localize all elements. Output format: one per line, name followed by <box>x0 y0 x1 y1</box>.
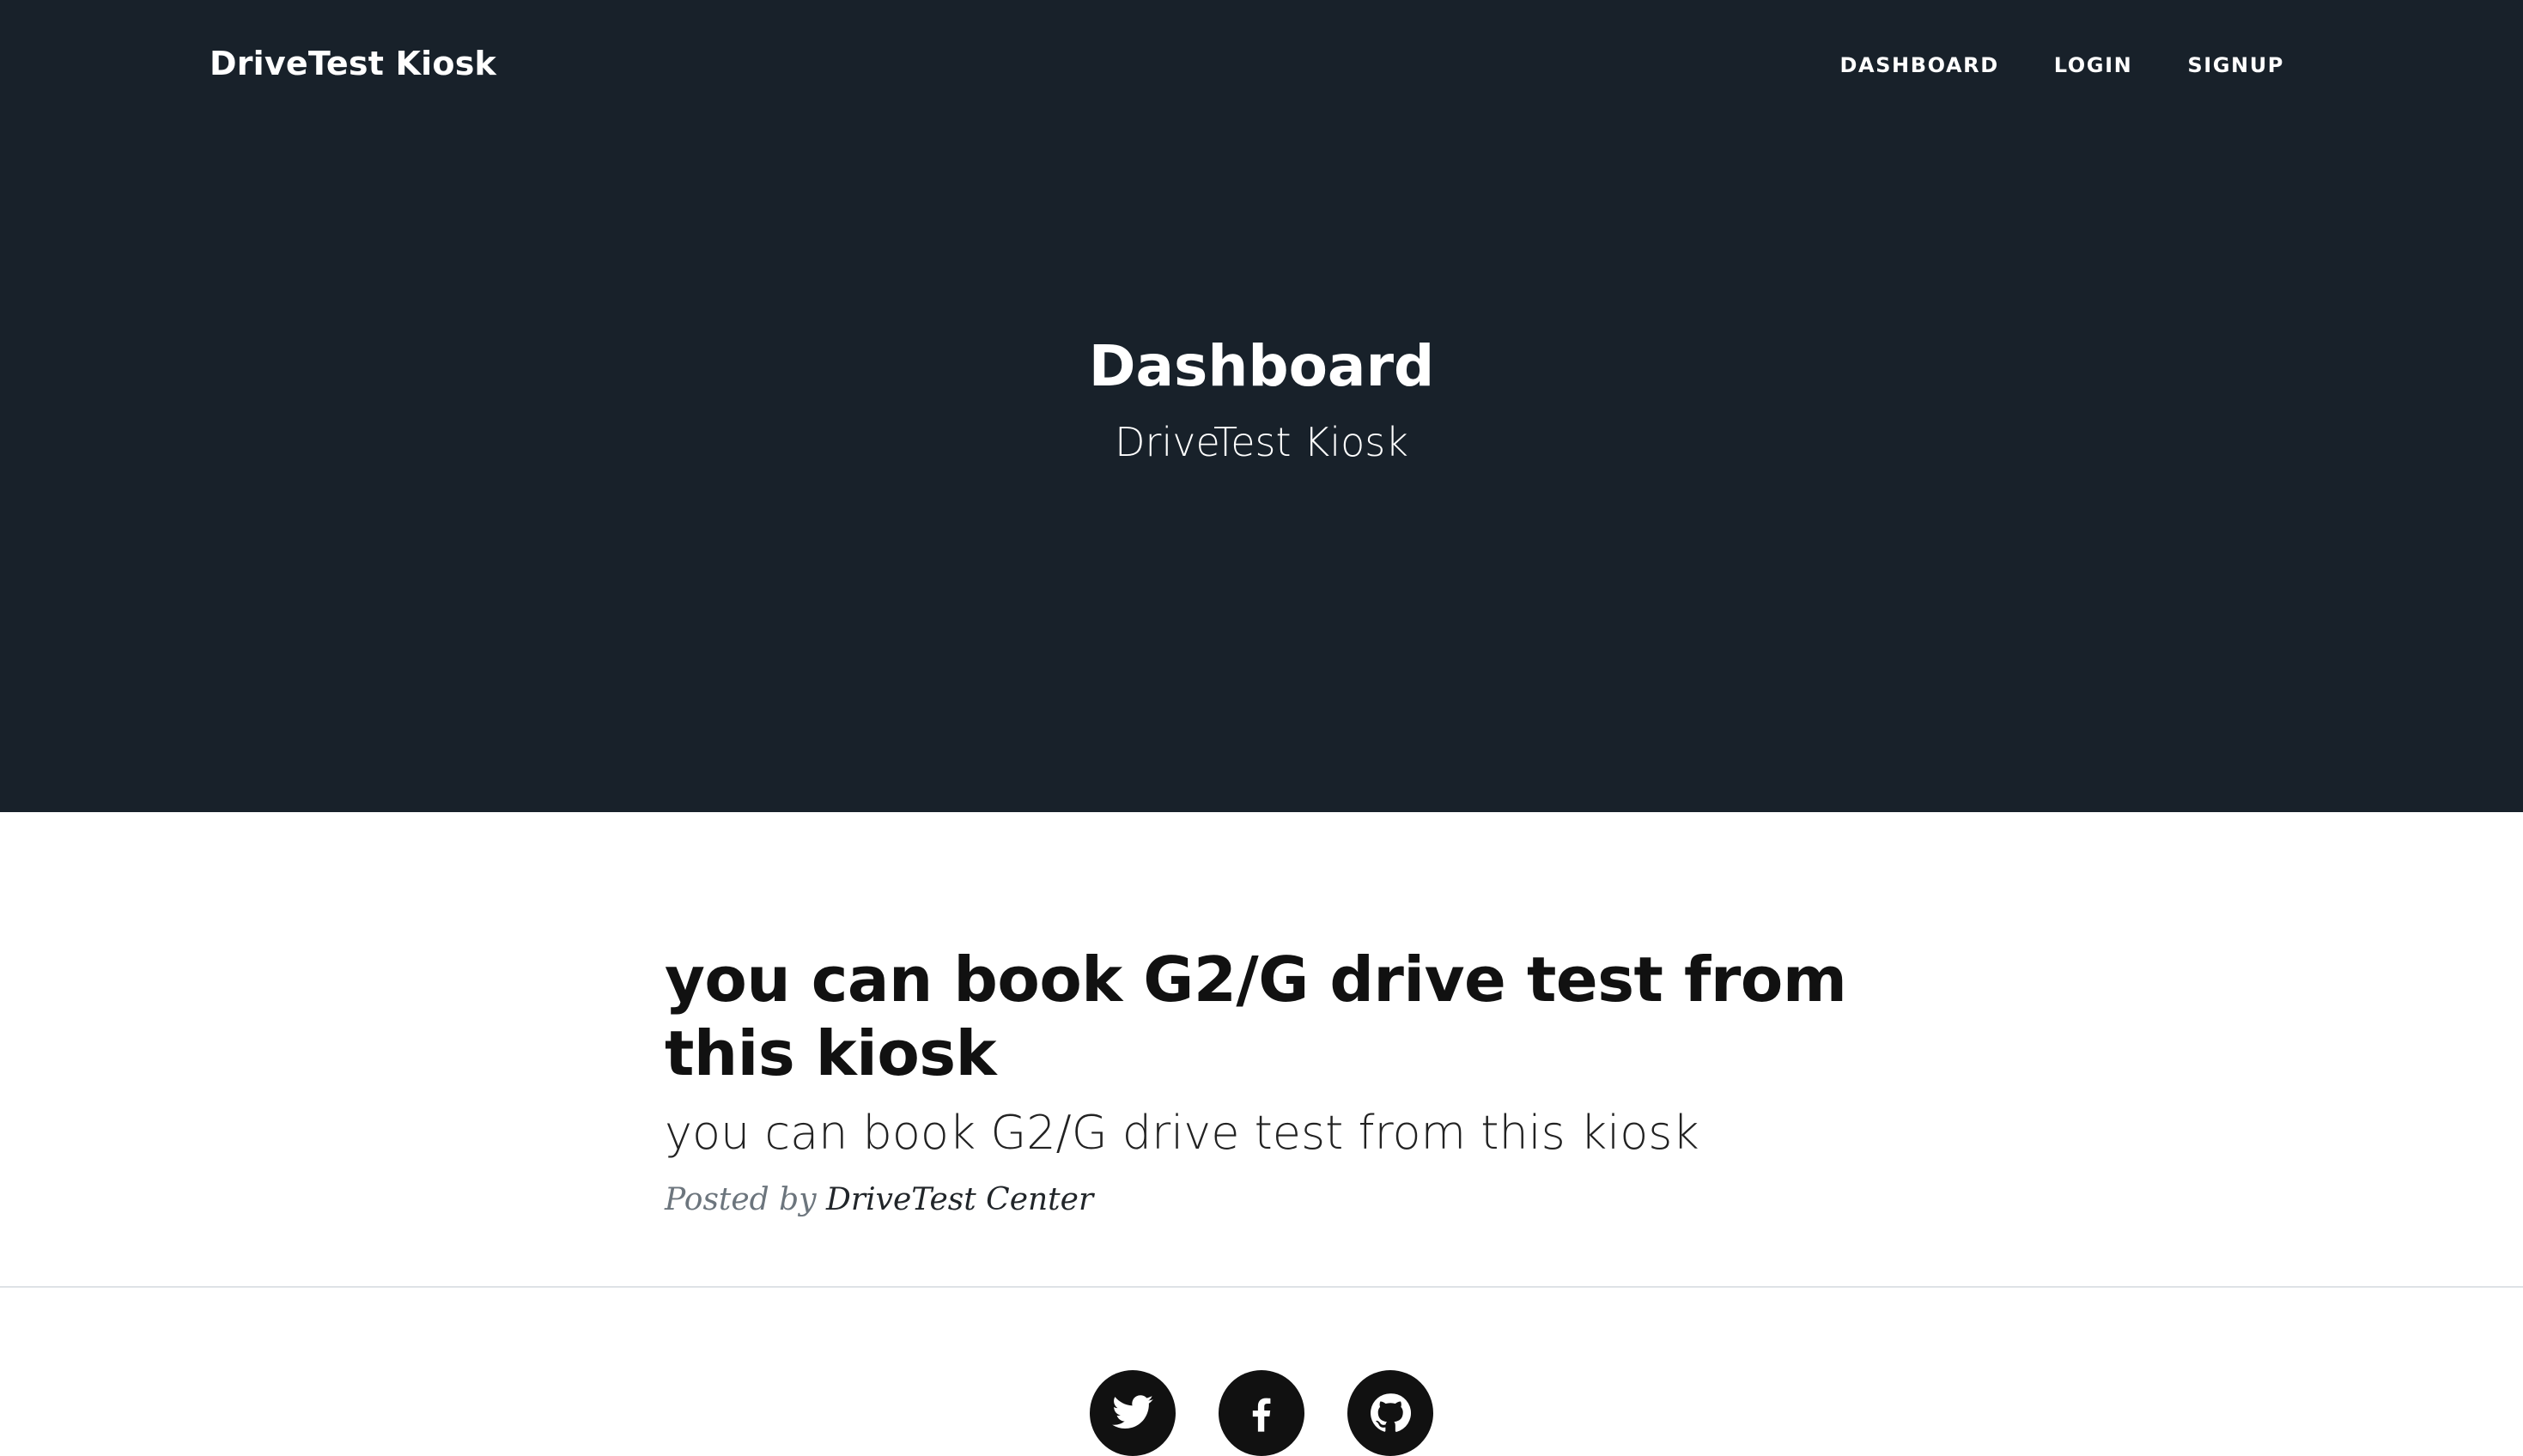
github-icon <box>1371 1393 1412 1432</box>
facebook-link[interactable] <box>1219 1370 1304 1456</box>
post-author: DriveTest Center <box>826 1182 1094 1217</box>
post-meta: Posted by DriveTest Center <box>665 1182 1867 1217</box>
nav-link-dashboard[interactable]: DASHBOARD <box>1839 53 1998 77</box>
page-title: Dashboard <box>1088 333 1435 399</box>
masthead: DriveTest Kiosk DASHBOARD LOGIN SIGNUP D… <box>0 0 2523 812</box>
github-link[interactable] <box>1347 1370 1433 1456</box>
main-nav: DASHBOARD LOGIN SIGNUP <box>1839 53 2284 77</box>
twitter-link[interactable] <box>1090 1370 1176 1456</box>
post-title[interactable]: you can book G2/G drive test from this k… <box>665 943 1867 1090</box>
nav-link-signup[interactable]: SIGNUP <box>2187 53 2284 77</box>
facebook-icon <box>1252 1398 1271 1432</box>
post-subtitle: you can book G2/G drive test from this k… <box>665 1106 1699 1160</box>
twitter-icon <box>1112 1395 1153 1429</box>
social-links <box>0 1370 2523 1456</box>
posted-by-label: Posted by <box>665 1182 817 1217</box>
post-preview: you can book G2/G drive test from this k… <box>665 943 1867 1217</box>
brand-link[interactable]: DriveTest Kiosk <box>210 45 496 82</box>
page-subtitle: DriveTest Kiosk <box>1115 419 1408 465</box>
nav-link-login[interactable]: LOGIN <box>2054 53 2133 77</box>
divider <box>0 1286 2523 1288</box>
